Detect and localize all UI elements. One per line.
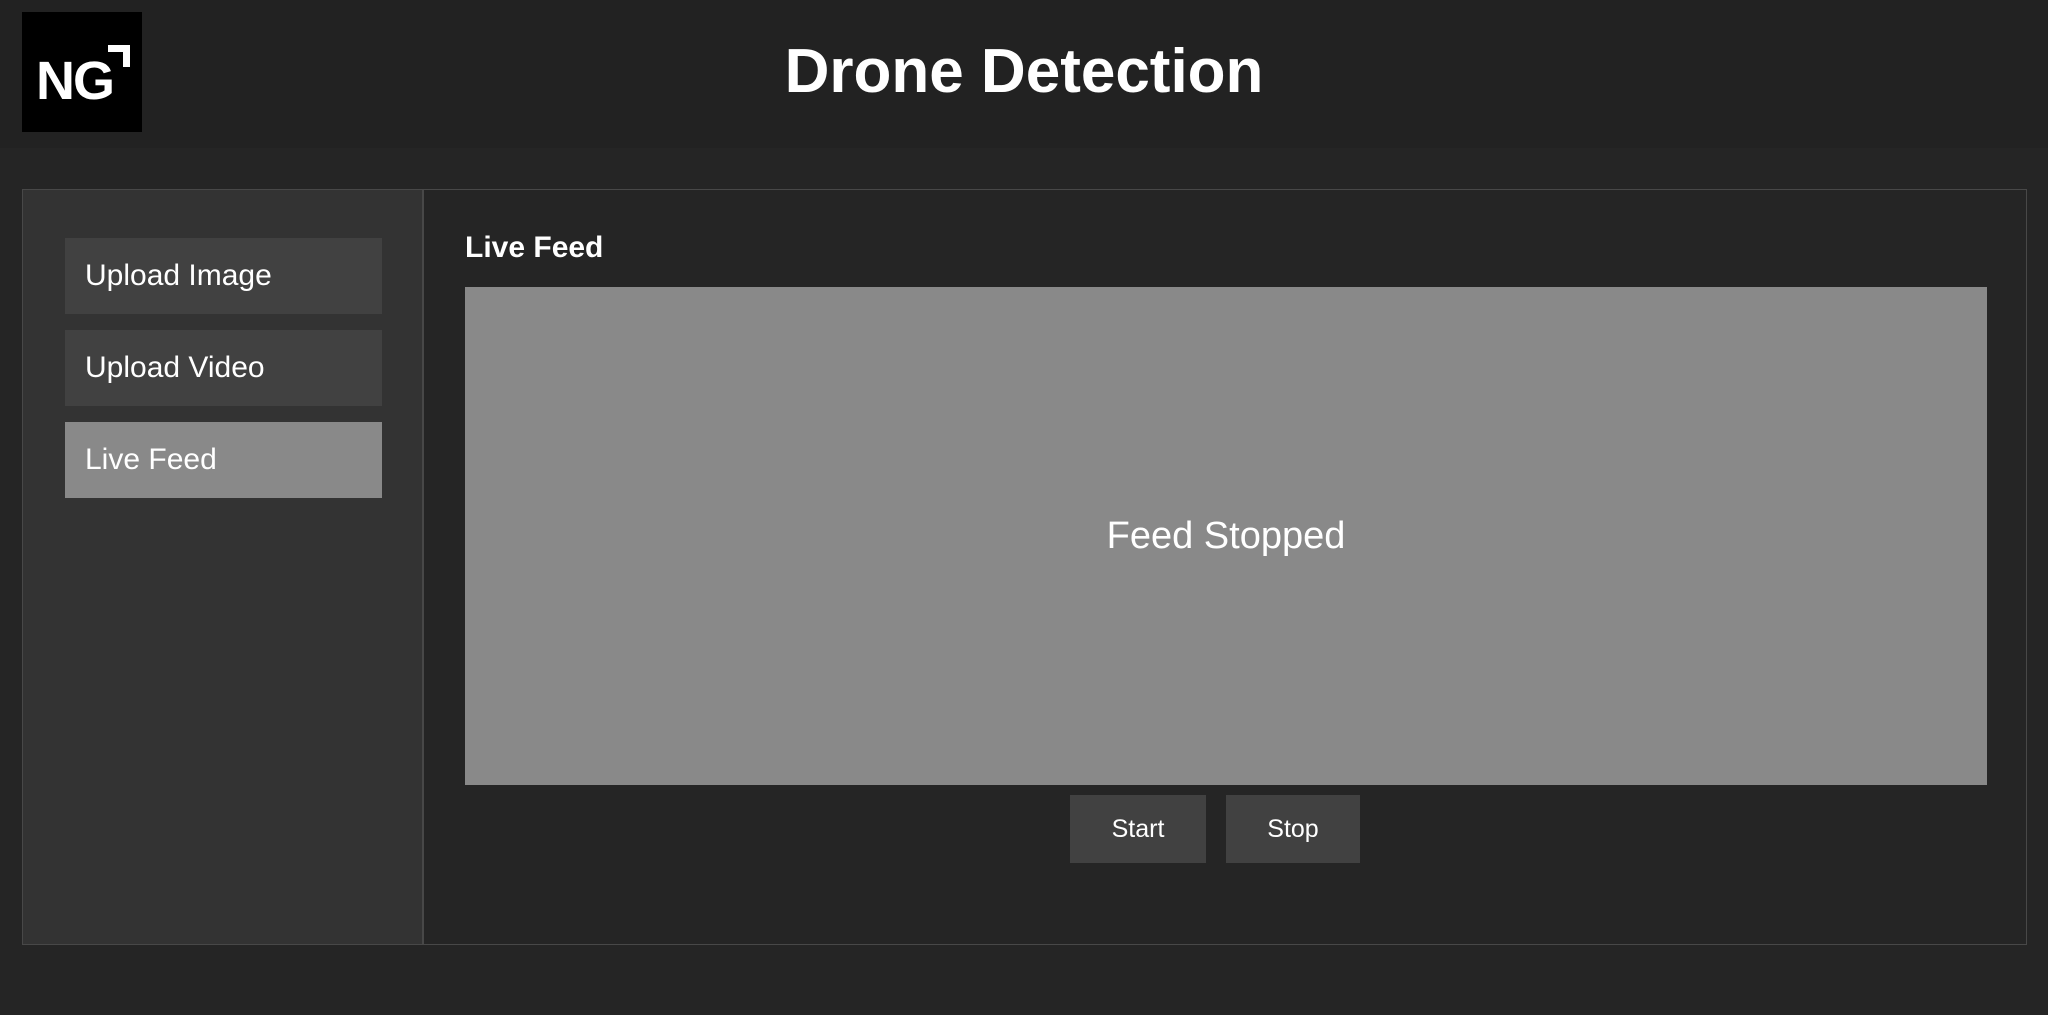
sidebar-item-upload-video[interactable]: Upload Video [65,330,382,406]
sidebar: Upload Image Upload Video Live Feed [23,190,424,944]
start-button[interactable]: Start [1070,795,1206,863]
app-header: NG Drone Detection [0,0,2048,148]
main-content: Live Feed Feed Stopped Start Stop [424,190,2026,944]
sidebar-item-upload-image[interactable]: Upload Image [65,238,382,314]
sidebar-item-live-feed[interactable]: Live Feed [65,422,382,498]
live-feed-view: Feed Stopped [465,287,1987,785]
section-title: Live Feed [465,231,604,264]
feed-status-text: Feed Stopped [1106,514,1346,557]
page-title: Drone Detection [784,37,1264,106]
stop-button[interactable]: Stop [1226,795,1360,863]
app-container: Upload Image Upload Video Live Feed Live… [22,189,2027,945]
